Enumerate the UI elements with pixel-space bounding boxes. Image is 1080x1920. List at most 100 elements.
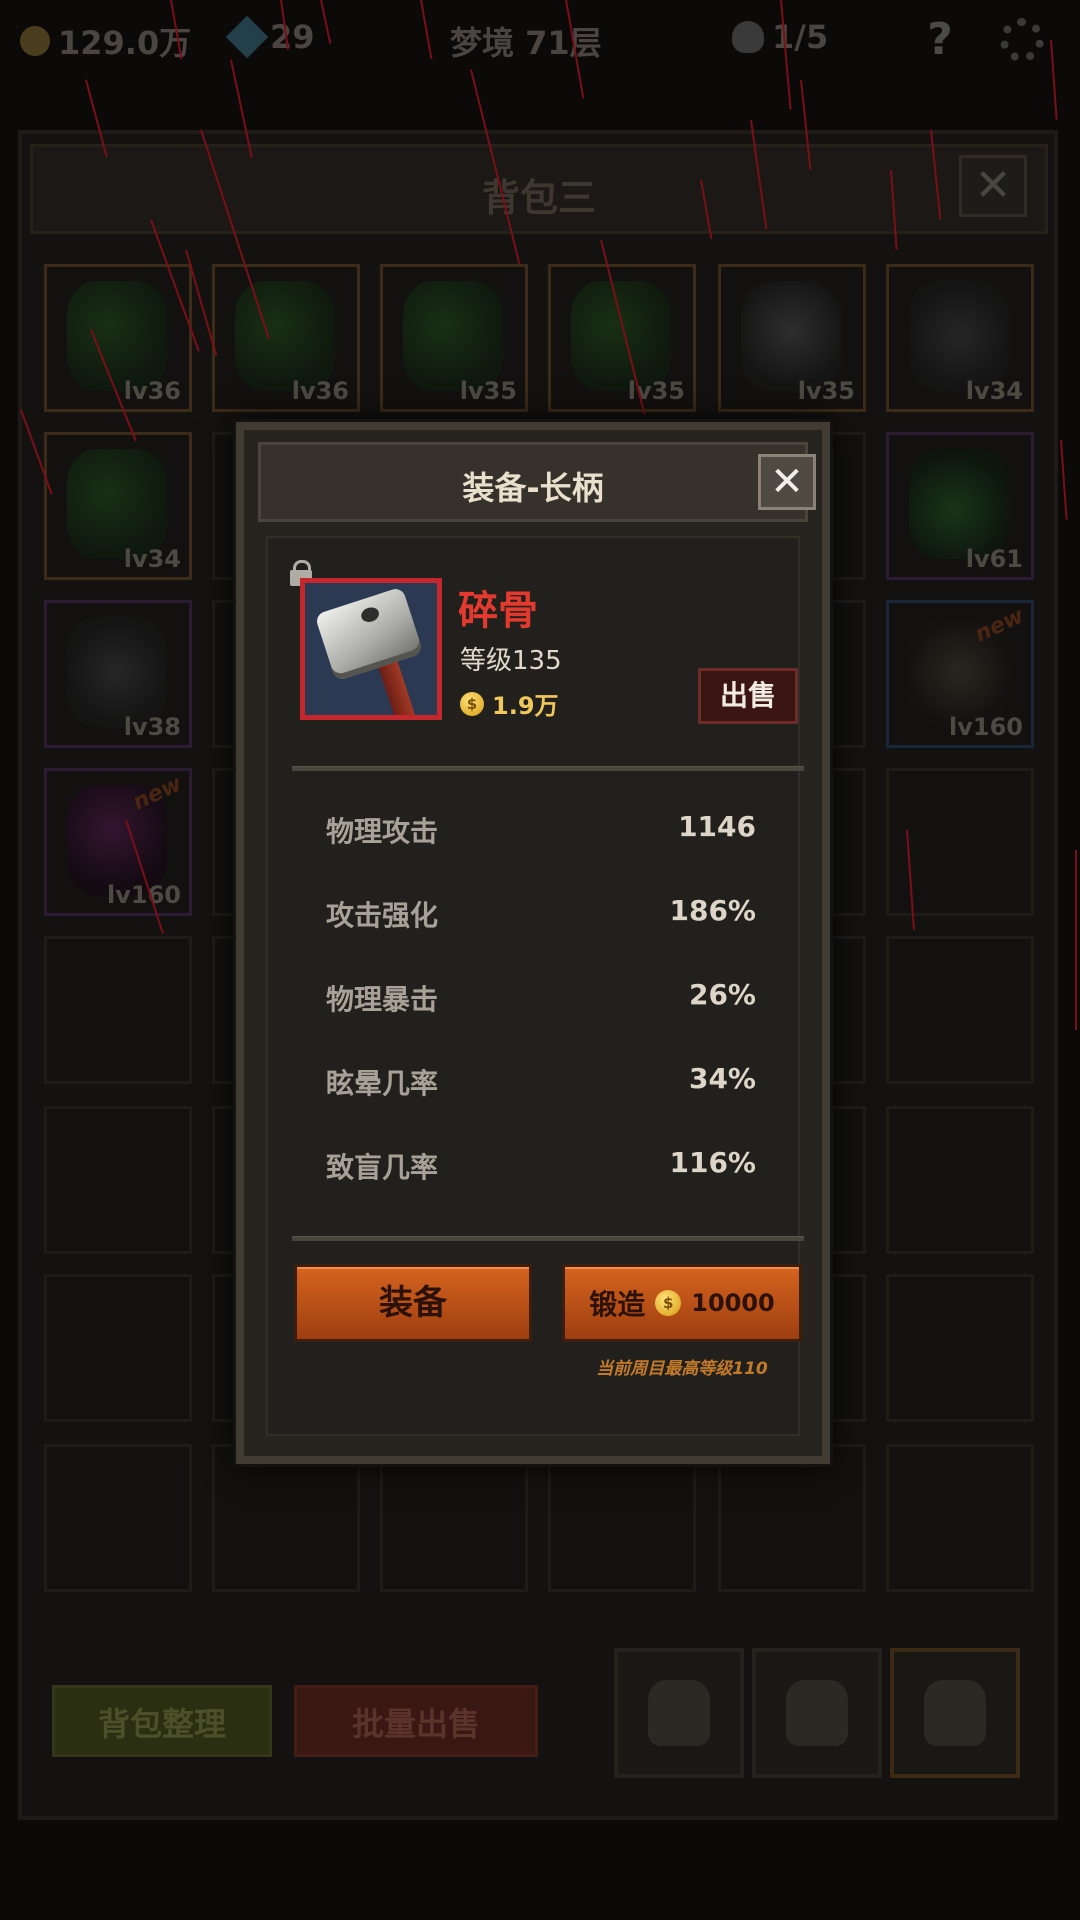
gold-counter: 129.0万 [20,18,191,64]
bag-slot-item[interactable]: lv35 [548,264,696,412]
stat-name: 物理攻击 [326,815,439,848]
forge-label: 锻造 [589,1288,646,1321]
help-icon[interactable]: ? [920,14,960,65]
settings-gear-icon[interactable] [1000,18,1044,62]
item-thumbnail [67,449,167,559]
hammer-icon [314,586,424,682]
bulk-sell-button[interactable]: 批量出售 [294,1685,538,1757]
bag-slot-empty[interactable] [548,1444,696,1592]
slot-level: lv35 [459,377,517,405]
item-name: 碎骨 [458,588,538,634]
bag-slot-empty[interactable] [380,1444,528,1592]
stat-value: 26% [688,978,756,1011]
skull-counter: 1/5 [732,18,828,56]
stat-row: 致盲几率 116% [326,1146,756,1186]
sell-button[interactable]: 出售 [698,668,798,724]
item-thumbnail [571,281,671,391]
gem-icon [225,15,269,59]
backpack-icon [786,1680,848,1746]
item-icon-frame [300,578,442,720]
lock-icon[interactable] [290,560,312,586]
bag-slot-item[interactable]: lv34 [886,264,1034,412]
bag-slot-empty[interactable] [44,1444,192,1592]
bag-slot-empty[interactable] [212,1444,360,1592]
dialog-header: 装备-长柄 [258,442,808,522]
item-thumbnail [741,281,841,391]
slot-level: lv160 [949,713,1023,741]
equip-button[interactable]: 装备 [294,1264,532,1342]
backpack-icon [648,1680,710,1746]
rain-streak [1060,439,1068,520]
bag-slot-item[interactable]: lv61 [886,432,1034,580]
gold-coin-icon: $ [460,691,484,716]
bag-slot-item[interactable]: lv35 [718,264,866,412]
item-thumbnail [909,449,1009,559]
stat-name: 眩晕几率 [326,1067,439,1100]
item-level: 等级135 [460,646,562,676]
gold-value: 129.0万 [58,24,192,62]
bag-slot-empty[interactable] [886,1444,1034,1592]
bag-slot-empty[interactable] [886,936,1034,1084]
bag-slot-empty[interactable] [44,1274,192,1422]
divider [292,766,804,771]
gold-coin-icon [20,26,50,56]
bag-slot-empty[interactable] [44,936,192,1084]
bag-slot-empty[interactable] [718,1444,866,1592]
stat-name: 致盲几率 [326,1151,439,1184]
slot-level: lv160 [107,881,181,909]
dream-level-value: 梦境 71层 [450,24,602,62]
bag-slot-item[interactable]: lv38 [44,600,192,748]
bag-tab-2[interactable] [752,1648,882,1778]
top-resource-bar: 129.0万 29 梦境 71层 1/5 ? [0,0,1080,90]
item-price-value: 1.9万 [492,692,559,720]
rain-streak [1075,850,1077,1030]
item-thumbnail [403,281,503,391]
item-thumbnail [67,281,167,391]
stat-value: 34% [688,1062,756,1095]
skull-icon [732,21,764,53]
bag-slot-item[interactable]: lv36 [212,264,360,412]
forge-button[interactable]: 锻造 $ 10000 [562,1264,802,1342]
stat-row: 物理暴击 26% [326,978,756,1018]
bag-tab-1[interactable] [614,1648,744,1778]
item-price: $ 1.9万 [460,686,559,721]
slot-level: lv36 [123,377,181,405]
dialog-title: 装备-长柄 [462,469,604,507]
bag-slot-item[interactable]: lv36 [44,264,192,412]
bag-slot-empty[interactable] [886,1106,1034,1254]
stat-value: 1146 [678,810,756,843]
dialog-close-button[interactable]: ✕ [758,454,816,510]
slot-level: lv61 [965,545,1023,573]
item-detail-dialog: 装备-长柄 ✕ 碎骨 等级135 $ 1.9万 出售 物理攻击 1146 攻击强化 1… [236,422,830,1464]
bag-slot-empty[interactable] [886,1274,1034,1422]
stat-value: 186% [669,894,756,927]
bag-slot-item[interactable]: new lv160 [44,768,192,916]
forge-cost: 10000 [691,1289,775,1317]
stat-row: 攻击强化 186% [326,894,756,934]
item-thumbnail [235,281,335,391]
slot-level: lv35 [797,377,855,405]
stat-value: 116% [669,1146,756,1179]
gem-value: 29 [270,18,315,56]
skull-value: 1/5 [772,18,829,56]
bag-slot-empty[interactable] [44,1106,192,1254]
bag-sort-button[interactable]: 背包整理 [52,1685,272,1757]
bag-slot-item[interactable]: lv35 [380,264,528,412]
bag-close-button[interactable]: ✕ [959,155,1027,217]
stat-name: 攻击强化 [326,899,439,932]
divider [292,1236,804,1241]
gold-coin-icon: $ [655,1290,682,1316]
item-thumbnail [67,617,167,727]
slot-level: lv36 [291,377,349,405]
gem-counter: 29 [225,15,315,59]
slot-level: lv38 [123,713,181,741]
forge-hint: 当前周目最高等级110 [596,1359,768,1379]
slot-level: lv34 [123,545,181,573]
bag-slot-item[interactable]: lv34 [44,432,192,580]
item-thumbnail [909,281,1009,391]
bag-slot-item[interactable]: new lv160 [886,600,1034,748]
stat-name: 物理暴击 [326,983,439,1016]
bag-tab-3[interactable] [890,1648,1020,1778]
dream-level: 梦境 71层 [450,18,602,64]
stat-row: 物理攻击 1146 [326,810,756,850]
